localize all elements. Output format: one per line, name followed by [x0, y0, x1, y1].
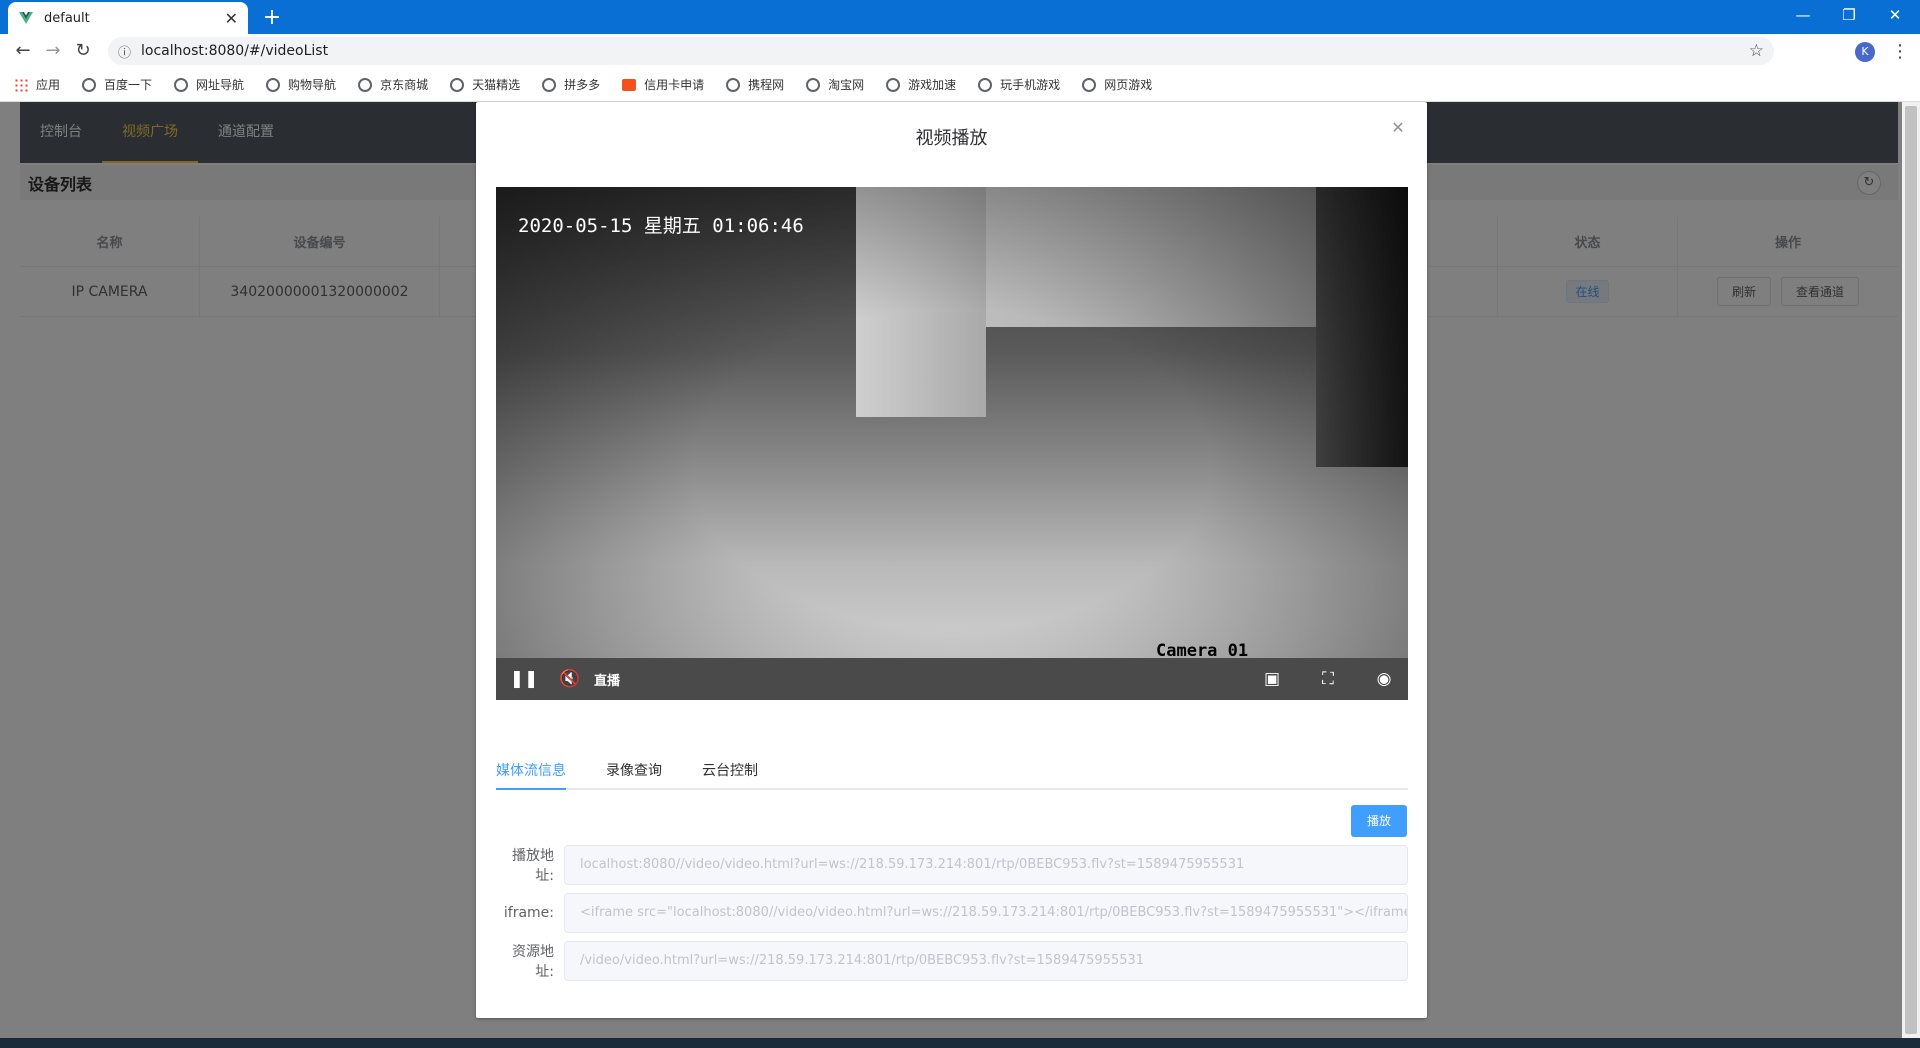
credit-card-icon [622, 78, 637, 91]
bookmark-star-icon[interactable]: ☆ [1749, 41, 1764, 61]
form-row-resource-url: 资源地址: /video/video.html?url=ws://218.59.… [496, 941, 1408, 981]
url-text[interactable]: localhost:8080/#/videoList [141, 43, 1749, 59]
video-controls: ❚❚ 🔇 直播 ▣ ⛶ ◉ [496, 658, 1408, 700]
video-osd-time: 2020-05-15 星期五 01:06:46 [518, 215, 804, 237]
iframe-field[interactable]: <iframe src="localhost:8080//video/video… [564, 893, 1408, 933]
bookmark-item[interactable]: 天猫精选 [450, 76, 520, 93]
globe-icon [886, 77, 901, 92]
tab-ptz-control[interactable]: 云台控制 [702, 762, 758, 790]
play-url-label: 播放地址: [512, 848, 554, 884]
iframe-label: iframe: [503, 905, 554, 921]
dialog-close-icon[interactable]: ✕ [1388, 118, 1408, 137]
dialog-tabs: 媒体流信息 录像查询 云台控制 [496, 762, 1408, 790]
globe-icon [174, 77, 189, 92]
bookmark-item[interactable]: 淘宝网 [806, 76, 864, 93]
bookmark-item[interactable]: 百度一下 [82, 76, 152, 93]
bookmarks-bar: 应用 百度一下 网址导航 购物导航 京东商城 天猫精选 拼多多 信用卡申请 携程… [0, 68, 1920, 102]
mute-icon[interactable]: 🔇 [552, 658, 588, 700]
vue-logo-icon [19, 12, 33, 24]
bookmark-item[interactable]: 信用卡申请 [622, 76, 704, 93]
reload-icon[interactable]: ↻ [68, 36, 98, 66]
video-player[interactable] [496, 187, 1408, 658]
os-taskbar [0, 1038, 1920, 1048]
globe-icon [726, 77, 741, 92]
bookmark-item[interactable]: 拼多多 [542, 76, 600, 93]
browser-tab[interactable]: default ✕ [8, 2, 248, 34]
globe-icon [450, 77, 465, 92]
window-close-icon[interactable]: ✕ [1872, 0, 1918, 30]
bookmark-item[interactable]: 游戏加速 [886, 76, 956, 93]
tab-recording-query[interactable]: 录像查询 [606, 762, 662, 790]
restore-icon[interactable]: ❐ [1826, 0, 1872, 30]
bookmark-item[interactable]: 京东商城 [358, 76, 428, 93]
profile-avatar[interactable]: K [1855, 42, 1875, 62]
live-label: 直播 [594, 673, 621, 689]
bookmark-item[interactable]: 网址导航 [174, 76, 244, 93]
back-arrow-icon[interactable]: ← [8, 36, 38, 66]
resource-url-label: 资源地址: [512, 944, 554, 980]
form-row-iframe: iframe: <iframe src="localhost:8080//vid… [496, 893, 1408, 933]
screenshot-icon[interactable]: ◉ [1366, 658, 1402, 700]
forward-arrow-icon[interactable]: → [38, 36, 68, 66]
browser-tabstrip [0, 0, 1920, 34]
globe-icon [806, 77, 821, 92]
resource-url-field[interactable]: /video/video.html?url=ws://218.59.173.21… [564, 941, 1408, 981]
apps-grid-icon [14, 77, 28, 92]
globe-icon [1082, 77, 1097, 92]
tab-title: default [44, 10, 90, 26]
globe-icon [82, 77, 97, 92]
globe-icon [978, 77, 993, 92]
tab-media-stream-info[interactable]: 媒体流信息 [496, 762, 566, 790]
play-button[interactable]: 播放 [1351, 805, 1407, 837]
bookmark-item[interactable]: 购物导航 [266, 76, 336, 93]
globe-icon [266, 77, 281, 92]
page-scrollbar[interactable] [1902, 102, 1920, 1038]
globe-icon [542, 77, 557, 92]
info-icon[interactable]: ⓘ [118, 42, 131, 61]
dialog-title: 视频播放 [915, 128, 988, 149]
fullscreen-icon[interactable]: ⛶ [1310, 658, 1346, 700]
close-tab-icon[interactable]: ✕ [225, 9, 238, 28]
minimize-icon[interactable]: — [1780, 0, 1826, 30]
pause-icon[interactable]: ❚❚ [506, 658, 542, 700]
scrollbar-thumb[interactable] [1905, 106, 1917, 1034]
globe-icon [358, 77, 373, 92]
play-url-field[interactable]: localhost:8080//video/video.html?url=ws:… [564, 845, 1408, 885]
menu-kebab-icon[interactable]: ⋮ [1890, 38, 1910, 66]
bookmark-apps[interactable]: 应用 [14, 76, 60, 93]
video-frame-content [496, 187, 1408, 658]
bookmark-item[interactable]: 网页游戏 [1082, 76, 1152, 93]
bookmark-item[interactable]: 携程网 [726, 76, 784, 93]
url-bar[interactable]: ⓘ localhost:8080/#/videoList ☆ [108, 37, 1774, 65]
form-row-play-url: 播放地址: localhost:8080//video/video.html?u… [496, 845, 1408, 885]
bookmark-item[interactable]: 玩手机游戏 [978, 76, 1060, 93]
new-tab-button[interactable]: + [258, 4, 286, 32]
picture-in-picture-icon[interactable]: ▣ [1254, 658, 1290, 700]
